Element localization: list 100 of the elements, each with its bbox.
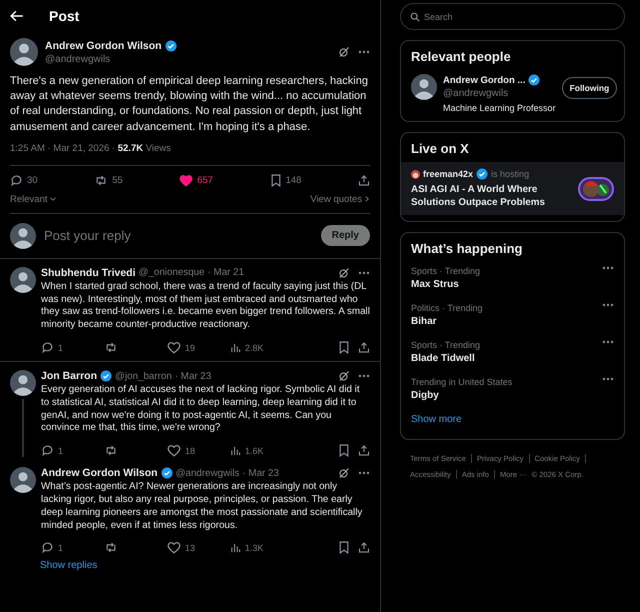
person-handle[interactable]: @andrewgwils xyxy=(443,88,556,99)
host-status: is hosting xyxy=(491,169,530,179)
view-count: 1.3K xyxy=(245,542,264,553)
card-title: Live on X xyxy=(411,141,470,156)
reply-count: 30 xyxy=(27,174,38,186)
person-bio: Machine Learning Professor xyxy=(443,103,556,113)
card-title: Relevant people xyxy=(411,49,512,64)
reply-text: Every generation of AI accuses the next of lacking rigor. Symbolic AI did it to statistical AI, statistical AI did it to deep learning, deep learning did it to genAI, and now we're doing it to post-agentic AI, it seems. Can you convince me that, this time, we're wrong? xyxy=(41,384,361,436)
reply-count: 1 xyxy=(58,342,64,352)
repost-icon[interactable] xyxy=(104,341,118,354)
author-name[interactable]: Jon Barron xyxy=(41,370,98,382)
search-field[interactable]: Search xyxy=(400,3,625,30)
share-icon[interactable] xyxy=(358,174,370,187)
more-icon[interactable] xyxy=(358,471,370,476)
page-title: Post xyxy=(49,8,80,24)
bookmark-icon[interactable] xyxy=(270,174,282,187)
repost-count: 55 xyxy=(112,174,123,186)
slashed-circle-icon[interactable] xyxy=(338,370,350,382)
reply-icon[interactable] xyxy=(41,541,54,554)
show-more-link[interactable]: Show more xyxy=(411,414,614,425)
like-count: 19 xyxy=(185,342,196,352)
back-arrow-icon[interactable] xyxy=(10,10,24,22)
repost-icon[interactable] xyxy=(94,174,108,187)
avatar-icon[interactable] xyxy=(10,370,36,396)
author-name[interactable]: Andrew Gordon Wilson xyxy=(41,467,158,480)
share-icon[interactable] xyxy=(358,444,370,458)
more-icon[interactable] xyxy=(602,303,614,307)
following-button[interactable]: Following xyxy=(562,77,618,99)
trend-context: Sports · Trending xyxy=(411,340,480,350)
like-count: 18 xyxy=(185,446,196,456)
views-label: Views xyxy=(144,142,171,154)
trend-name[interactable]: Blade Tidwell xyxy=(411,353,480,364)
post-text: There's a new generation of empirical deep learning researchers, hacking away at whatever seems trendy, blowing with the wind... no accumulation of real understanding, or foundations. No real passion or depth, just light amusement and career advancement. I'm hoping it's a phase. xyxy=(10,74,369,135)
reply-date: · Mar 23 xyxy=(174,370,212,382)
reply-count: 1 xyxy=(58,542,64,553)
reply-text: When I started grad school, there was a trend of faculty saying just this (DL was new). Interestingly, most of them just embraced and outsmarted who they saw as trend-followers i.e. became even bigger trend followers. A small minority became counter-productive reactionary. xyxy=(41,280,370,332)
sort-dropdown[interactable]: Relevant xyxy=(10,194,48,205)
slashed-circle-icon[interactable] xyxy=(338,46,350,58)
trend-context: Trending in United States xyxy=(411,377,512,387)
avatar-icon[interactable] xyxy=(411,74,437,100)
bookmark-icon[interactable] xyxy=(338,444,350,458)
reply-input[interactable]: Post your reply xyxy=(44,228,313,244)
more-icon[interactable] xyxy=(602,266,614,270)
reply-date: · Mar 21 xyxy=(208,267,244,278)
bookmark-count: 148 xyxy=(286,174,302,186)
live-title[interactable]: ASI AGI AI - A World Where Solutions Outpace Problems xyxy=(411,184,572,209)
trend-context: Sports · Trending xyxy=(411,266,480,276)
person-name[interactable]: Andrew Gordon ... xyxy=(443,74,526,86)
reply-icon[interactable] xyxy=(41,341,54,354)
author-name[interactable]: Andrew Gordon Wilson xyxy=(45,40,162,52)
view-count: 1.6K xyxy=(245,446,264,456)
bookmark-icon[interactable] xyxy=(338,341,350,354)
bar-chart-icon[interactable] xyxy=(230,542,241,554)
author-handle[interactable]: @andrewgwils xyxy=(45,54,331,64)
reply-icon[interactable] xyxy=(10,174,23,187)
heart-icon[interactable] xyxy=(167,341,181,354)
more-icon[interactable] xyxy=(358,50,370,54)
slashed-circle-icon[interactable] xyxy=(338,467,350,480)
card-title: What’s happening xyxy=(411,241,524,256)
repost-icon[interactable] xyxy=(104,541,118,554)
like-count: 657 xyxy=(197,174,214,186)
trend-context: Politics · Trending xyxy=(411,303,483,313)
heart-icon[interactable] xyxy=(167,444,181,458)
chevron-down-icon xyxy=(50,196,56,202)
reply-text: What’s post-agentic AI? Newer generations are increasingly not only lacking rigor, but also any real purpose, principles, or passion. The early deep learning pioneers are amongst the most passionate and scientifically minded people, even if at times less rigorous. xyxy=(41,481,364,532)
more-icon[interactable] xyxy=(358,270,370,275)
author-handle[interactable]: @_onionesque xyxy=(138,267,205,278)
view-count: 2.8K xyxy=(245,342,264,352)
view-quotes-link[interactable]: View quotes xyxy=(310,194,362,205)
author-name[interactable]: Shubhendu Trivedi xyxy=(41,266,136,279)
author-handle[interactable]: @andrewgwils xyxy=(176,468,240,479)
avatar-icon[interactable] xyxy=(10,467,36,494)
view-count: 52.7K xyxy=(118,142,144,154)
show-replies-link[interactable]: Show replies xyxy=(40,560,380,572)
reply-date: · Mar 23 xyxy=(242,468,279,479)
trend-name[interactable]: Bihar xyxy=(411,316,483,327)
avatar-icon[interactable] xyxy=(10,266,36,293)
search-icon xyxy=(410,12,420,22)
avatar-icon[interactable] xyxy=(10,222,36,249)
reply-button[interactable]: Reply xyxy=(320,225,370,246)
host-avatar-icon[interactable] xyxy=(411,170,420,178)
repost-icon[interactable] xyxy=(104,444,118,458)
bar-chart-icon[interactable] xyxy=(230,342,241,353)
more-icon[interactable] xyxy=(358,374,370,378)
trend-name[interactable]: Max Strus xyxy=(411,279,480,290)
avatar-icon[interactable] xyxy=(10,38,38,66)
more-icon[interactable] xyxy=(602,377,614,381)
host-name[interactable]: freeman42x xyxy=(423,169,474,179)
share-icon[interactable] xyxy=(358,341,370,354)
post-timestamp: 1:25 AM · Mar 21, 2026 · xyxy=(10,142,116,154)
heart-icon[interactable] xyxy=(167,541,181,554)
author-handle[interactable]: @jon_barron xyxy=(115,370,172,382)
reply-icon[interactable] xyxy=(41,444,54,458)
slashed-circle-icon[interactable] xyxy=(338,266,350,279)
trend-name[interactable]: Digby xyxy=(411,390,512,401)
bookmark-icon[interactable] xyxy=(338,541,350,554)
bar-chart-icon[interactable] xyxy=(230,445,241,456)
share-icon[interactable] xyxy=(358,541,370,554)
more-icon[interactable] xyxy=(602,340,614,344)
heart-icon[interactable] xyxy=(179,174,194,187)
